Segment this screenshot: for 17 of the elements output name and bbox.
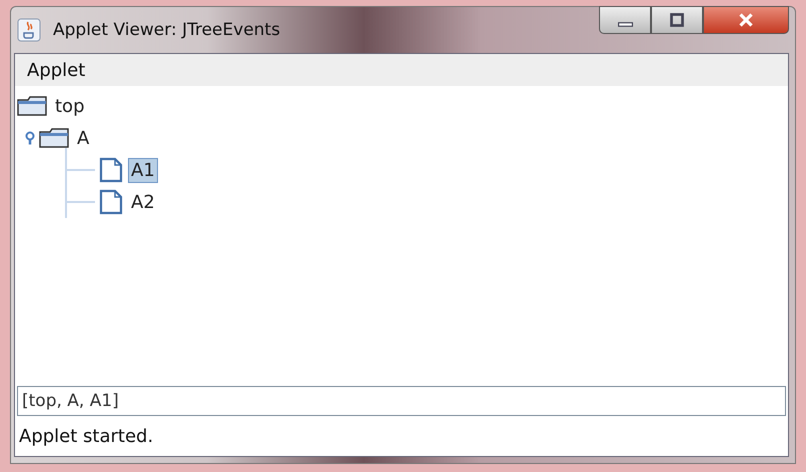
tree-node-label[interactable]: A [74,126,92,150]
file-icon [99,157,123,183]
minimize-button[interactable] [599,6,651,34]
tree-node-label[interactable]: top [52,94,88,118]
maximize-button[interactable] [651,6,703,34]
menu-item[interactable]: Applet [27,60,86,80]
tree-node-label[interactable]: A1 [128,158,158,182]
path-field[interactable]: [top, A, A1] [17,386,786,416]
status-text: Applet started. [18,424,154,448]
window-title: Applet Viewer: JTreeEvents [53,20,280,40]
folder-icon [39,128,69,148]
java-icon [17,18,41,42]
close-button[interactable] [703,6,789,34]
folder-icon [17,96,47,116]
minimize-icon [618,22,632,26]
tree-node-label[interactable]: A2 [128,190,158,214]
file-icon [99,189,123,215]
